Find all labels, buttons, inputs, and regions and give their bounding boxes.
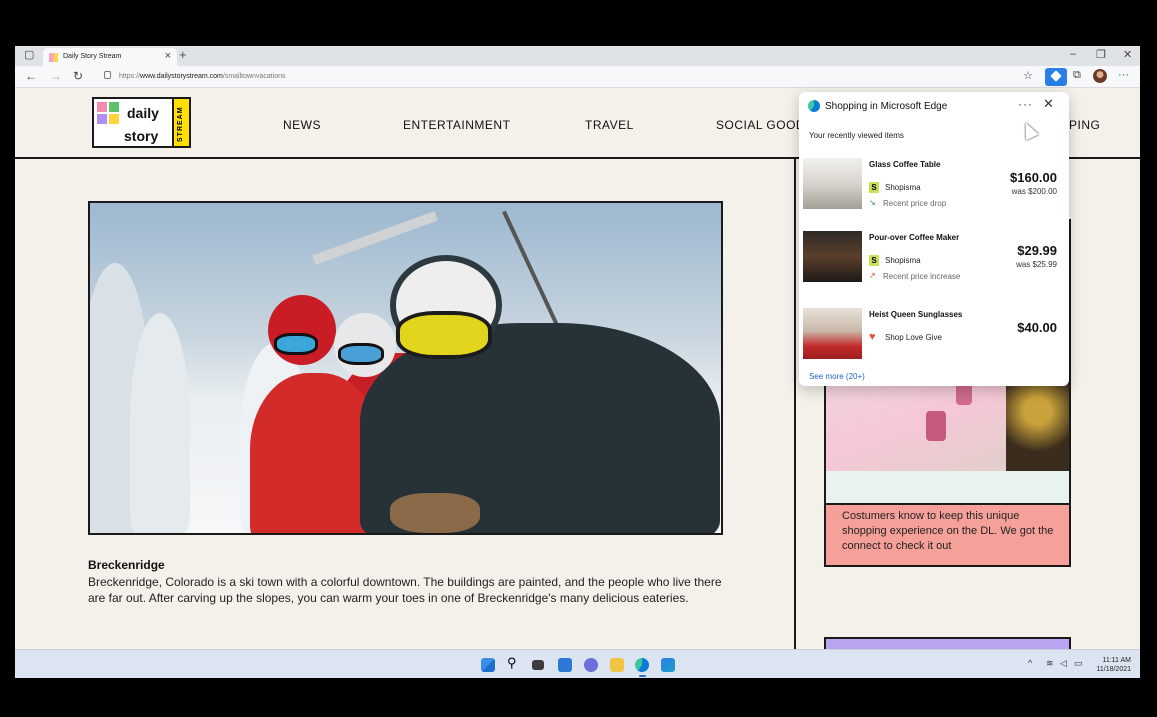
forward-icon[interactable]: →: [50, 69, 62, 83]
hero-photo-skiers: [88, 201, 723, 535]
back-icon[interactable]: ←: [25, 69, 37, 83]
chevron-up-icon[interactable]: ^: [1028, 658, 1032, 668]
item-name: Pour-over Coffee Maker: [869, 233, 960, 242]
clock[interactable]: 11:11 AM 11/18/2021: [1091, 656, 1131, 674]
shopping-panel-title: Shopping in Microsoft Edge: [825, 101, 948, 112]
nav-shopping[interactable]: PING: [1069, 118, 1100, 132]
shopping-tag-button[interactable]: [1045, 68, 1067, 86]
price-drop-icon: ↘: [869, 198, 876, 207]
store-icon[interactable]: [661, 658, 675, 672]
shopisma-logo-icon: S: [869, 255, 879, 266]
chat-icon[interactable]: [584, 658, 598, 672]
nav-news[interactable]: NEWS: [283, 118, 321, 132]
tab-strip: ▢ Daily Story Stream × + – ❐ ✕: [15, 46, 1140, 66]
column-divider: [794, 159, 796, 649]
search-icon[interactable]: ⚲: [507, 655, 521, 670]
panel-more-icon[interactable]: ···: [1018, 97, 1033, 111]
clock-time: 11:11 AM: [1102, 657, 1131, 664]
settings-more-icon[interactable]: ···: [1118, 69, 1129, 81]
item-store: Shopisma: [885, 256, 921, 265]
logo-stream-badge: STREAM: [172, 99, 189, 146]
site-favicon-icon: [49, 53, 58, 62]
logo-word-story: story: [124, 128, 159, 144]
item-price: $160.00: [1010, 170, 1057, 185]
tab-close-icon[interactable]: ×: [165, 50, 171, 62]
article-body: Breckenridge, Colorado is a ski town wit…: [88, 575, 722, 605]
item-was-price: was $25.99: [1016, 260, 1057, 269]
favorites-star-icon[interactable]: ☆: [1023, 69, 1033, 82]
widgets-icon[interactable]: [558, 658, 572, 672]
address-bar[interactable]: https://www.dailystorystream.com/smallto…: [97, 69, 1017, 85]
close-window-button[interactable]: ✕: [1123, 48, 1132, 61]
taskbar: ⚲ ^ ≋ ◁ ▭ 11:11 AM 11/18/2021: [15, 649, 1140, 678]
battery-icon[interactable]: ▭: [1074, 658, 1083, 669]
nav-entertainment[interactable]: ENTERTAINMENT: [403, 118, 510, 132]
collections-icon[interactable]: ⧉: [1073, 69, 1081, 82]
minimize-button[interactable]: –: [1070, 48, 1076, 60]
item-price: $40.00: [1017, 320, 1057, 335]
item-thumbnail: [803, 158, 862, 209]
nav-travel[interactable]: TRAVEL: [585, 118, 634, 132]
lock-icon: [104, 71, 111, 79]
file-explorer-icon[interactable]: [610, 658, 624, 672]
maximize-button[interactable]: ❐: [1096, 48, 1106, 61]
site-logo[interactable]: daily story STREAM: [92, 97, 191, 148]
article-title[interactable]: Breckenridge: [88, 558, 165, 572]
url-text: https://www.dailystorystream.com/smallto…: [119, 73, 286, 80]
logo-square-green: [109, 102, 119, 112]
item-thumbnail: [803, 308, 862, 359]
heart-icon: ♥: [869, 331, 876, 343]
volume-icon[interactable]: ◁: [1060, 658, 1067, 669]
clock-date: 11/18/2021: [1096, 666, 1131, 673]
recently-viewed-label: Your recently viewed items: [809, 131, 904, 140]
shopisma-logo-icon: S: [869, 182, 879, 193]
item-price: $29.99: [1017, 243, 1057, 258]
logo-square-pink: [97, 102, 107, 112]
see-more-link[interactable]: See more (20+): [809, 372, 865, 381]
item-store: Shopisma: [885, 183, 921, 192]
edge-logo-icon: [808, 100, 820, 112]
item-store: Shop Love Give: [885, 333, 942, 342]
logo-square-purple: [97, 114, 107, 124]
item-thumbnail: [803, 231, 862, 282]
side-feature-caption: Costumers know to keep this unique shopp…: [826, 503, 1069, 565]
desktop-screen: ▢ Daily Story Stream × + – ❐ ✕ ← → ↻ htt…: [15, 46, 1140, 678]
tab-title: Daily Story Stream: [63, 53, 122, 60]
start-icon[interactable]: [481, 658, 495, 672]
profile-avatar[interactable]: [1093, 69, 1107, 83]
item-price-note: Recent price increase: [883, 272, 961, 281]
item-name: Glass Coffee Table: [869, 160, 941, 169]
browser-toolbar: ← → ↻ https://www.dailystorystream.com/s…: [15, 66, 1140, 88]
task-view-icon[interactable]: [532, 660, 544, 670]
shopping-item-heist-queen-sunglasses[interactable]: Heist Queen Sunglasses ♥ Shop Love Give …: [803, 308, 1065, 368]
tab-actions-icon[interactable]: ▢: [24, 48, 34, 61]
nav-social-good[interactable]: SOCIAL GOOD: [716, 118, 805, 132]
new-tab-button[interactable]: +: [179, 47, 187, 62]
wifi-icon[interactable]: ≋: [1046, 658, 1054, 669]
item-was-price: was $200.00: [1011, 187, 1057, 196]
logo-word-daily: daily: [127, 105, 159, 121]
price-increase-icon: ↗: [869, 271, 876, 280]
shopping-item-glass-coffee-table[interactable]: Glass Coffee Table S Shopisma ↘ Recent p…: [803, 158, 1065, 218]
item-name: Heist Queen Sunglasses: [869, 310, 963, 319]
refresh-icon[interactable]: ↻: [73, 69, 83, 83]
panel-close-icon[interactable]: ✕: [1043, 96, 1054, 112]
tab-daily-story-stream[interactable]: Daily Story Stream ×: [43, 48, 177, 66]
item-price-note: Recent price drop: [883, 199, 947, 208]
edge-icon[interactable]: [635, 658, 649, 677]
shopping-item-pour-over-coffee-maker[interactable]: Pour-over Coffee Maker S Shopisma ↗ Rece…: [803, 231, 1065, 291]
logo-square-yellow: [109, 114, 119, 124]
